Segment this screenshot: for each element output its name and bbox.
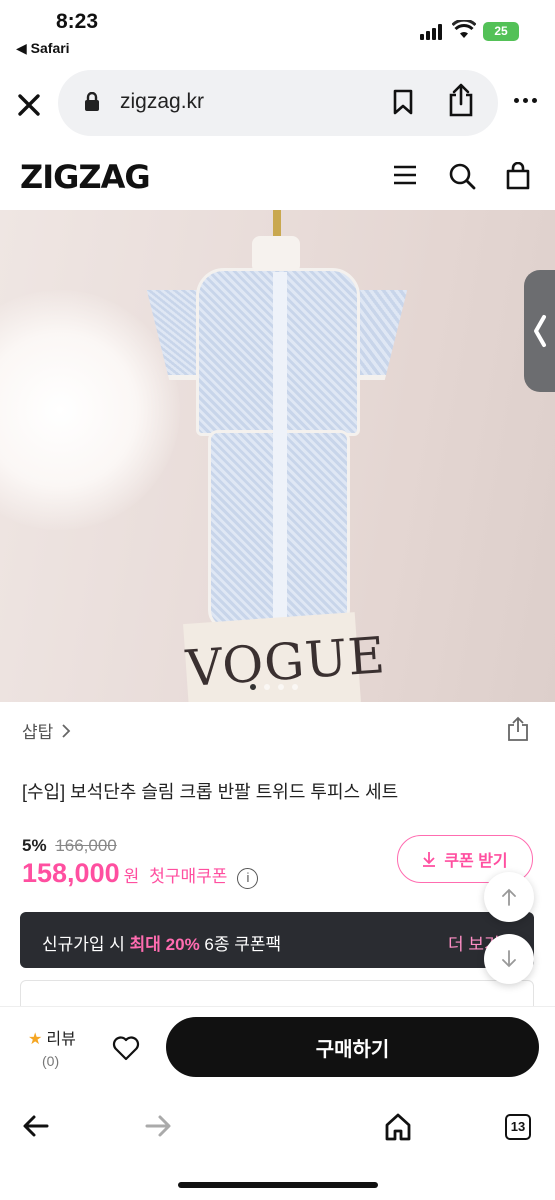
carousel-indicator [250, 684, 298, 690]
status-time: 8:23 [56, 10, 99, 33]
star-icon: ★ [28, 1031, 43, 1048]
home-indicator [178, 1182, 378, 1188]
wifi-icon [452, 20, 476, 38]
first-purchase-coupon-label: 첫구매쿠폰 [149, 867, 228, 886]
price-row: 158,000 원 첫구매쿠폰 i [22, 858, 259, 889]
battery-level: 25 [494, 24, 508, 38]
lock-icon [85, 92, 99, 111]
url-text: zigzag.kr [120, 90, 205, 113]
battery-icon: 25 [483, 22, 519, 41]
shopping-bag-icon[interactable] [505, 162, 531, 190]
review-label: 리뷰 [46, 1031, 76, 1048]
sale-price: 158,000 [22, 858, 120, 888]
discount-rate: 5% [22, 836, 47, 855]
back-arrow-icon[interactable] [22, 1114, 50, 1138]
zigzag-logo[interactable]: ZIGZAG [20, 158, 151, 196]
close-icon[interactable] [16, 92, 42, 118]
tabs-button[interactable]: 13 [505, 1114, 531, 1140]
jacket-collar [252, 236, 300, 270]
search-icon[interactable] [448, 162, 476, 190]
review-summary[interactable]: ★ 리뷰 [28, 1025, 76, 1049]
carousel-dot [292, 684, 298, 690]
arrow-down-icon [502, 950, 516, 968]
shop-link[interactable]: 샵탑 [22, 718, 71, 743]
feather-lamp-decoration [0, 290, 180, 530]
chevron-right-icon [62, 723, 71, 738]
arrow-up-icon [502, 888, 516, 906]
status-bar: 8:23 ◀ Safari 25 [0, 0, 555, 60]
banner-highlight: 최대 20% [129, 935, 200, 954]
scroll-up-button[interactable] [484, 872, 534, 922]
address-bar[interactable]: zigzag.kr [58, 70, 498, 136]
shop-name: 샵탑 [22, 723, 54, 742]
product-share-icon[interactable] [506, 716, 530, 742]
banner-message: 신규가입 시 최대 20% 6종 쿠폰팩 [42, 935, 282, 954]
original-price: 166,000 [55, 836, 117, 855]
browser-bar: zigzag.kr [0, 70, 555, 138]
product-title: [수입] 보석단추 슬림 크롭 반팔 트위드 투피스 세트 [22, 782, 399, 802]
info-icon[interactable]: i [237, 868, 259, 889]
more-options-icon[interactable] [514, 98, 537, 103]
download-icon [423, 852, 436, 867]
site-header: ZIGZAG [0, 148, 555, 208]
back-to-app-link[interactable]: ◀ Safari [16, 40, 70, 57]
product-image-carousel[interactable]: VOGUE [0, 210, 555, 702]
discount-row: 5% 166,000 [22, 836, 117, 856]
coupon-button-label: 쿠폰 받기 [444, 853, 508, 870]
button-placket [273, 272, 287, 627]
share-icon[interactable] [446, 82, 476, 118]
scroll-down-button[interactable] [484, 934, 534, 984]
menu-icon[interactable] [392, 162, 418, 188]
buy-button[interactable]: 구매하기 [166, 1017, 539, 1077]
cellular-signal-icon [420, 24, 442, 40]
carousel-dot [264, 684, 270, 690]
review-count: (0) [42, 1053, 60, 1069]
side-panel-tab[interactable] [524, 270, 555, 392]
chevron-left-icon [534, 315, 546, 347]
carousel-dot [278, 684, 284, 690]
carousel-dot-active [250, 684, 256, 690]
forward-arrow-icon[interactable] [144, 1114, 172, 1138]
bookmark-icon[interactable] [392, 88, 414, 116]
signup-coupon-banner[interactable]: 신규가입 시 최대 20% 6종 쿠폰팩 더 보기 [20, 912, 534, 968]
currency-unit: 원 [123, 867, 140, 886]
heart-icon[interactable] [112, 1035, 140, 1061]
home-icon[interactable] [384, 1112, 412, 1142]
purchase-bar: ★ 리뷰 (0) 구매하기 [0, 1006, 555, 1092]
